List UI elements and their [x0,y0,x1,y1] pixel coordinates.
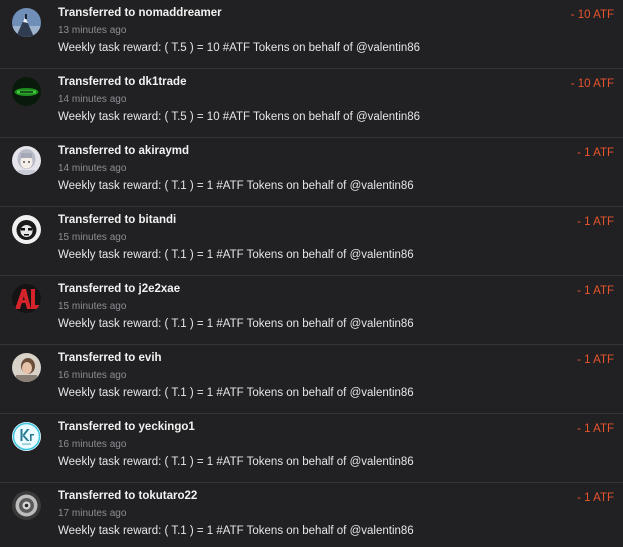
transfer-memo: Weekly task reward: ( T.1 ) = 1 #ATF Tok… [58,180,414,192]
transfer-time: 15 minutes ago [58,301,127,312]
mountain-climber-avatar[interactable] [12,8,41,37]
transfer-title[interactable]: Transferred to yeckingo1 [58,421,195,433]
transfer-title[interactable]: Transferred to akiraymd [58,145,189,157]
transfer-title[interactable]: Transferred to evih [58,352,162,364]
transfer-row: Transferred to yeckingo1 16 minutes ago … [0,414,623,483]
transfer-memo: Weekly task reward: ( T.5 ) = 10 #ATF To… [58,42,421,54]
transfer-title[interactable]: Transferred to nomaddreamer [58,7,222,19]
transfer-row: Transferred to evih 16 minutes ago Weekl… [0,345,623,414]
transfer-time: 14 minutes ago [58,163,127,174]
transfer-amount: - 1 ATF [577,216,614,228]
transfer-row: Transferred to j2e2xae 15 minutes ago We… [0,276,623,345]
transfer-row: Transferred to akiraymd 14 minutes ago W… [0,138,623,207]
transfer-row: Transferred to tokutaro22 17 minutes ago… [0,483,623,547]
transfer-memo: Weekly task reward: ( T.1 ) = 1 #ATF Tok… [58,387,414,399]
transfer-time: 16 minutes ago [58,439,127,450]
photo-avatar[interactable] [12,353,41,382]
transfer-amount: - 1 ATF [577,492,614,504]
transfer-memo: Weekly task reward: ( T.1 ) = 1 #ATF Tok… [58,318,414,330]
transfer-row: Transferred to bitandi 15 minutes ago We… [0,207,623,276]
red-letters-avatar[interactable] [12,284,41,313]
transfer-time: 17 minutes ago [58,508,127,519]
transfer-memo: Weekly task reward: ( T.1 ) = 1 #ATF Tok… [58,249,414,261]
transfer-time: 14 minutes ago [58,94,127,105]
transfer-amount: - 1 ATF [577,423,614,435]
transfer-time: 15 minutes ago [58,232,127,243]
transfer-title[interactable]: Transferred to dk1trade [58,76,186,88]
anime-girl-avatar[interactable] [12,146,41,175]
grey-pattern-avatar[interactable] [12,491,41,520]
transfer-time: 16 minutes ago [58,370,127,381]
transfer-memo: Weekly task reward: ( T.5 ) = 10 #ATF To… [58,111,421,123]
transfer-time: 13 minutes ago [58,25,127,36]
transfer-memo: Weekly task reward: ( T.1 ) = 1 #ATF Tok… [58,456,414,468]
transfer-amount: - 10 ATF [570,9,614,21]
transfer-amount: - 10 ATF [570,78,614,90]
green-logo-avatar[interactable] [12,77,41,106]
bw-face-avatar[interactable] [12,215,41,244]
transfer-memo: Weekly task reward: ( T.1 ) = 1 #ATF Tok… [58,525,414,537]
transfer-amount: - 1 ATF [577,354,614,366]
transfer-amount: - 1 ATF [577,147,614,159]
transfer-row: Transferred to nomaddreamer 13 minutes a… [0,0,623,69]
krypton-element-avatar[interactable] [12,422,41,451]
transfer-title[interactable]: Transferred to bitandi [58,214,176,226]
transfer-row: Transferred to dk1trade 14 minutes ago W… [0,69,623,138]
transfer-amount: - 1 ATF [577,285,614,297]
transfer-title[interactable]: Transferred to tokutaro22 [58,490,197,502]
transfer-history-list: Transferred to nomaddreamer 13 minutes a… [0,0,623,547]
transfer-title[interactable]: Transferred to j2e2xae [58,283,180,295]
